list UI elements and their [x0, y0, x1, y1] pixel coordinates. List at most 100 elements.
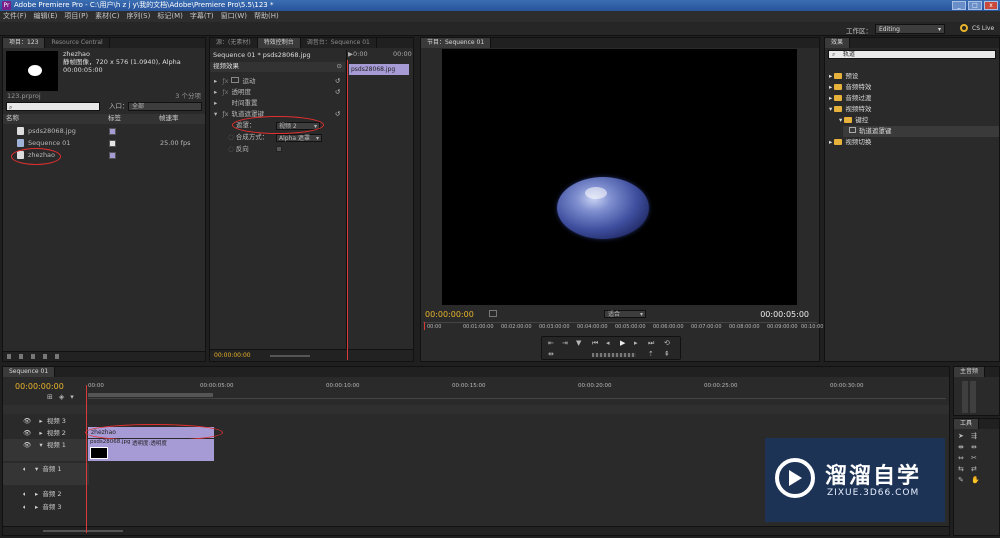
expand-icon[interactable]: ▸ — [35, 503, 38, 511]
menu-edit[interactable]: 编辑(E) — [34, 11, 58, 22]
speaker-icon[interactable]: 🔈︎ — [23, 503, 27, 511]
cslive-icon[interactable] — [960, 24, 968, 32]
tab-resource-central[interactable]: Resource Central — [45, 38, 110, 48]
go-to-in-icon[interactable]: ⏮ — [592, 339, 598, 348]
hand-tool-icon[interactable]: ✋ — [971, 476, 981, 484]
tab-project[interactable]: 项目：123 — [3, 38, 46, 48]
track-video-3[interactable]: 👁︎ ▸ 视频 3 — [3, 415, 89, 427]
stopwatch-icon[interactable]: ◌ — [228, 133, 236, 141]
menu-file[interactable]: 文件(F) — [3, 11, 27, 22]
tab-tools[interactable]: 工具 — [954, 419, 980, 429]
eye-icon[interactable]: 👁︎ — [23, 429, 31, 437]
reset-icon[interactable]: ↺ — [335, 87, 340, 98]
expand-icon[interactable]: ▾ — [39, 441, 42, 449]
ripple-edit-tool-icon[interactable]: ⇼ — [958, 443, 968, 451]
mark-in-icon[interactable]: ⇤ — [548, 339, 554, 347]
clip-psds28068[interactable]: psds28068.jpg 透明度:透明度 — [88, 439, 214, 461]
rolling-edit-tool-icon[interactable]: ⇹ — [971, 443, 981, 451]
tree-item-presets[interactable]: ▸ 预设 — [829, 71, 858, 82]
program-timecode[interactable]: 00:00:00:00 — [425, 309, 474, 320]
mark-out-icon[interactable]: ⇥ — [562, 339, 568, 347]
tab-master-audio[interactable]: 主音频 — [954, 367, 986, 377]
step-forward-icon[interactable]: ▸ — [634, 339, 638, 347]
project-footer-icons[interactable] — [7, 354, 67, 359]
timeline-timecode[interactable]: 00:00:00:00 — [15, 381, 64, 392]
effect-row-motion[interactable]: ▸ ƒx 运动 — [214, 76, 255, 87]
expand-icon[interactable]: ▸ — [39, 417, 42, 425]
effect-row-time-remap[interactable]: ▸ ƒx时间重置 — [214, 98, 257, 109]
close-button[interactable]: x — [984, 1, 998, 10]
play-icon[interactable]: ▶ — [620, 339, 625, 347]
ec-timecode[interactable]: 00:00:00:00 — [214, 350, 251, 361]
speaker-icon[interactable]: 🔈︎ — [23, 490, 27, 498]
timeline-playhead[interactable] — [86, 385, 87, 533]
project-search-input[interactable]: ⌕ — [6, 102, 100, 111]
speaker-icon[interactable]: 🔈︎ — [23, 465, 27, 473]
rate-stretch-tool-icon[interactable]: ⇔ — [958, 454, 968, 462]
minimize-button[interactable]: _ — [952, 1, 966, 10]
loop-icon[interactable]: ⟲ — [664, 339, 670, 347]
tab-source[interactable]: 源：(无素材) — [210, 38, 258, 48]
composite-select[interactable]: Alpha 遮罩 ▾ — [276, 134, 322, 142]
menu-sequence[interactable]: 序列(S) — [126, 11, 150, 22]
track-video-2[interactable]: 👁︎ ▸ 视频 2 — [3, 427, 89, 439]
track-audio-3[interactable]: 🔈︎ ▸ 音频 3 — [3, 501, 89, 513]
maximize-button[interactable]: □ — [968, 1, 982, 10]
ec-playhead[interactable] — [347, 60, 348, 360]
go-to-out-icon[interactable]: ⏭ — [648, 339, 654, 348]
jog-shuttle[interactable] — [592, 353, 636, 357]
slip-tool-icon[interactable]: ⇆ — [958, 465, 968, 473]
tree-item-video-transitions[interactable]: ▸ 视频切换 — [829, 137, 871, 148]
timeline-zoom-slider[interactable] — [43, 530, 123, 532]
keyframe-icon[interactable]: ▾ — [70, 393, 74, 401]
program-ruler[interactable]: 00:00 00:01:00:00 00:02:00:00 00:03:00:0… — [423, 322, 832, 332]
ec-mini-clip[interactable]: psds28068.jpg — [349, 64, 409, 75]
slide-tool-icon[interactable]: ⇄ — [971, 465, 981, 473]
tab-effect-controls[interactable]: 特效控制台 — [257, 38, 301, 48]
entry-select[interactable]: 全部 — [128, 102, 202, 111]
menu-window[interactable]: 窗口(W) — [221, 11, 247, 22]
marker-icon[interactable] — [489, 310, 497, 317]
stopwatch-icon[interactable]: ◌ — [228, 145, 236, 153]
program-playhead[interactable] — [424, 322, 425, 330]
tab-audio-mixer[interactable]: 调音台：Sequence 01 — [301, 38, 377, 48]
expand-icon[interactable]: ▸ — [35, 490, 38, 498]
workspace-select[interactable]: Editing ▾ — [875, 24, 945, 34]
extract-icon[interactable]: ⇞ — [664, 350, 670, 358]
razor-tool-icon[interactable]: ✂ — [971, 454, 981, 462]
col-label[interactable]: 标签 — [108, 113, 121, 124]
tree-item-audio-transitions[interactable]: ▸ 音频过渡 — [829, 93, 871, 104]
fit-select[interactable]: 适合 ▾ — [604, 310, 646, 318]
menu-clip[interactable]: 素材(C) — [95, 11, 119, 22]
col-name[interactable]: 名称 — [6, 113, 19, 124]
cslive-label[interactable]: CS Live — [972, 25, 994, 32]
menu-title[interactable]: 字幕(T) — [190, 11, 214, 22]
tab-effects[interactable]: 效果 — [825, 38, 851, 48]
tree-item-video-effects[interactable]: ▾ 视频特效 — [829, 104, 871, 115]
menu-help[interactable]: 帮助(H) — [254, 11, 279, 22]
selection-tool-icon[interactable]: ➤ — [958, 432, 968, 440]
tree-item-audio-effects[interactable]: ▸ 音频特效 — [829, 82, 871, 93]
snap-icon[interactable]: ⊞ — [47, 393, 53, 401]
effects-search-input[interactable]: ⌕ 轨道 — [828, 50, 996, 59]
track-video-1[interactable]: 👁︎ ▾ 视频 1 — [3, 439, 89, 461]
expand-icon[interactable]: ▾ — [35, 465, 38, 473]
effect-row-opacity[interactable]: ▸ ƒx 透明度 — [214, 87, 251, 98]
col-framerate[interactable]: 帧速率 — [159, 113, 179, 124]
track-audio-2[interactable]: 🔈︎ ▸ 音频 2 — [3, 488, 89, 500]
eye-icon[interactable]: 👁︎ — [23, 441, 31, 449]
reset-icon[interactable]: ↺ — [335, 76, 340, 87]
pen-tool-icon[interactable]: ✎ — [958, 476, 968, 484]
reset-icon[interactable]: ↺ — [335, 109, 340, 120]
menu-project[interactable]: 项目(P) — [64, 11, 88, 22]
reset-icon[interactable]: ⊙ — [337, 61, 342, 72]
track-audio-1[interactable]: 🔈︎ ▾ 音频 1 — [3, 463, 89, 485]
step-back-icon[interactable]: ◂ — [606, 339, 610, 347]
reverse-checkbox[interactable] — [276, 146, 282, 152]
play-in-to-out-icon[interactable]: ⇹ — [548, 350, 554, 358]
work-area-bar[interactable] — [88, 393, 213, 397]
tree-item-keying[interactable]: ▾ 键控 — [839, 115, 868, 126]
ec-zoom-slider[interactable] — [270, 355, 310, 357]
marker-icon[interactable]: ◈ — [59, 393, 64, 401]
menu-marker[interactable]: 标记(M) — [157, 11, 183, 22]
